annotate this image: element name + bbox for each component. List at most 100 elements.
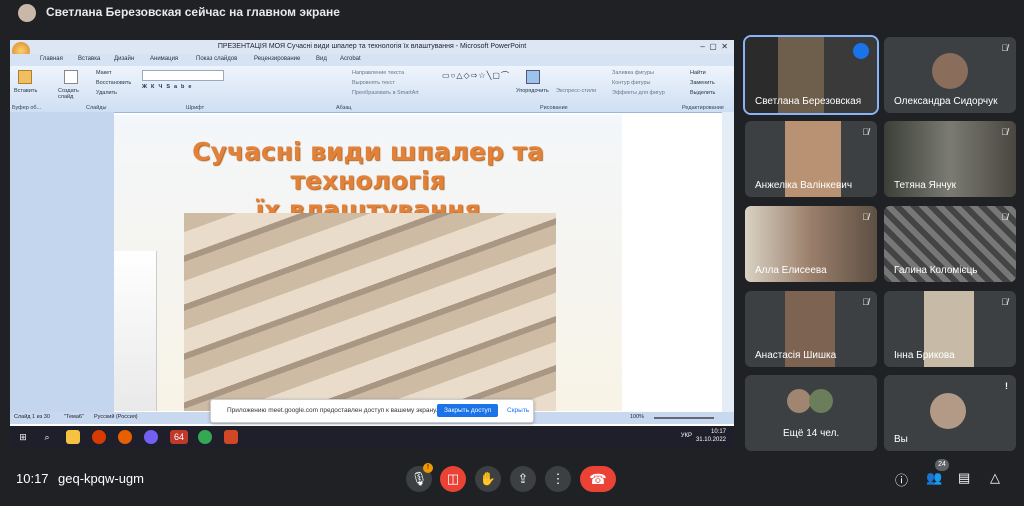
stop-sharing-button[interactable]: Закрыть доступ (437, 404, 499, 417)
present-button[interactable]: ⇪ (510, 466, 536, 492)
participant-tile[interactable]: 🎙̸ Тетяна Янчук (884, 121, 1016, 197)
replace-button[interactable]: Заменить (690, 80, 715, 86)
alert-icon: ! (1005, 381, 1008, 391)
reset-button[interactable]: Восстановить (96, 80, 131, 86)
more-participants-tile[interactable]: Ещё 14 чел. (745, 375, 877, 451)
viber-icon[interactable] (144, 430, 158, 444)
tab-view[interactable]: Вид (316, 56, 327, 62)
present-icon: ⇪ (517, 471, 529, 486)
tab-acrobat[interactable]: Acrobat (340, 56, 361, 62)
delete-button[interactable]: Удалить (96, 90, 117, 96)
participant-tile[interactable]: 🎙̸ Інна Брикова (884, 291, 1016, 367)
participant-name: Анжеліка Валінкевич (755, 180, 853, 191)
self-tile[interactable]: ! Вы (884, 375, 1016, 451)
tab-design[interactable]: Дизайн (114, 56, 134, 62)
group-slides: Слайды (86, 105, 107, 111)
participant-name: Інна Брикова (894, 350, 955, 361)
vertical-scrollbar[interactable] (722, 112, 734, 412)
tab-animation[interactable]: Анимация (150, 56, 178, 62)
wallpaper-image[interactable] (184, 213, 556, 411)
more-icon: ⋮ (551, 471, 565, 486)
mic-off-icon: 🎙̸ (862, 297, 869, 307)
mic-off-icon: 🎙̸ (862, 127, 869, 137)
quick-styles-button[interactable]: Экспресс-стили (556, 88, 596, 94)
tab-home[interactable]: Главная (40, 56, 63, 62)
slide-panel-background (10, 112, 114, 412)
shared-screen: ПРЕЗЕНТАЦІЯ МОЯ Сучасні види шпалер та т… (10, 40, 734, 448)
hide-notification-button[interactable]: Скрыть (507, 407, 529, 414)
meeting-code: geq-kpqw-ugm (58, 471, 144, 486)
slide-title[interactable]: Сучасні види шпалер та технологія їх вла… (114, 137, 622, 224)
file-explorer-icon[interactable] (66, 430, 80, 444)
tab-slideshow[interactable]: Показ слайдов (196, 56, 237, 62)
mic-off-icon: 🎙̸ (1001, 212, 1008, 222)
participant-name: Алла Елисеева (755, 265, 827, 276)
group-font: Шрифт (186, 105, 205, 111)
mic-off-icon: 🎙̸ (862, 212, 869, 222)
new-slide-button[interactable]: Создать слайд (58, 88, 84, 100)
window-title: ПРЕЗЕНТАЦІЯ МОЯ Сучасні види шпалер та т… (217, 43, 527, 50)
avatar (787, 389, 811, 413)
participant-tile[interactable]: 🎙̸ Галина Коломієць (884, 206, 1016, 282)
window-controls[interactable]: – ▢ ✕ (700, 40, 728, 54)
shapes-gallery[interactable]: ▭○△◇⇨☆╲▢⌒ (442, 70, 510, 81)
shape-fill-button[interactable]: Заливка фигуры (612, 70, 654, 76)
tower-decoration (114, 251, 157, 411)
participant-name: Анастасія Шишка (755, 350, 837, 361)
taskbar-date: 31.10.2022 (695, 437, 726, 443)
keyboard-language[interactable]: УКР (681, 433, 692, 439)
participant-tile[interactable]: 🎙̸ Анжеліка Валінкевич (745, 121, 877, 197)
camera-button[interactable]: ◫ (440, 466, 466, 492)
participant-tile[interactable]: 🎙̸ Алла Елисеева (745, 206, 877, 282)
zoom-level[interactable]: 100% (630, 414, 644, 420)
chat-icon[interactable]: ▤ (958, 470, 970, 486)
group-editing: Редактирование (682, 105, 724, 111)
raise-hand-icon: ✋ (479, 471, 497, 486)
mic-warning-icon: ! (423, 463, 433, 473)
info-icon[interactable]: ⓘ (895, 470, 908, 489)
text-direction-button[interactable]: Направление текста (352, 70, 404, 76)
firefox-icon[interactable] (118, 430, 132, 444)
more-participants-label: Ещё 14 чел. (783, 428, 840, 439)
activities-icon[interactable]: △ (990, 470, 1000, 486)
chrome-icon[interactable] (198, 430, 212, 444)
search-icon[interactable]: ⌕ (40, 430, 54, 444)
people-icon[interactable]: 👥 (926, 470, 942, 486)
arrange-button[interactable]: Упорядочить (516, 88, 549, 94)
hangup-icon: ☎ (589, 471, 607, 487)
notification-message: Приложению meet.google.com предоставлен … (227, 407, 438, 414)
shape-outline-button[interactable]: Контур фигуры (612, 80, 650, 86)
avatar (18, 4, 36, 22)
select-button[interactable]: Выделить (690, 90, 715, 96)
participant-tile[interactable]: 🎙̸ Анастасія Шишка (745, 291, 877, 367)
ribbon: Вставить Создать слайд Макет Восстановит… (10, 66, 734, 113)
opera-icon[interactable] (92, 430, 106, 444)
raise-hand-button[interactable]: ✋ (475, 466, 501, 492)
powerpoint-icon[interactable] (224, 430, 238, 444)
taskbar-clock[interactable]: 10:17 31.10.2022 (696, 428, 726, 444)
windows-start-icon[interactable]: ⊞ (16, 430, 30, 444)
slide-canvas[interactable]: Сучасні види шпалер та технологія їх вла… (114, 115, 622, 411)
font-format-buttons[interactable]: ЖКЧSabe (142, 84, 195, 90)
shape-effects-button[interactable]: Эффекты для фигур (612, 90, 665, 96)
leave-call-button[interactable]: ☎ (580, 466, 616, 492)
font-name-field[interactable] (142, 70, 224, 81)
group-drawing: Рисование (540, 105, 568, 111)
group-clipboard: Буфер об... (12, 105, 42, 111)
tab-review[interactable]: Рецензирование (254, 56, 300, 62)
tab-insert[interactable]: Вставка (78, 56, 100, 62)
participant-tile[interactable]: Светлана Березовская (743, 35, 879, 115)
zoom-slider[interactable] (654, 417, 714, 419)
find-button[interactable]: Найти (690, 70, 706, 76)
smartart-button[interactable]: Преобразовать в SmartArt (352, 90, 419, 96)
app-badge[interactable]: 64 (170, 430, 188, 444)
mic-icon: 🎙 (410, 471, 428, 486)
new-slide-icon (64, 70, 78, 84)
participant-tile[interactable]: 🎙̸ Олександра Сидорчук (884, 37, 1016, 113)
camera-off-icon: ◫ (446, 471, 460, 486)
more-options-button[interactable]: ⋮ (545, 466, 571, 492)
align-text-button[interactable]: Выровнять текст (352, 80, 395, 86)
avatar (930, 393, 966, 429)
paste-button[interactable]: Вставить (14, 88, 37, 94)
layout-button[interactable]: Макет (96, 70, 112, 76)
